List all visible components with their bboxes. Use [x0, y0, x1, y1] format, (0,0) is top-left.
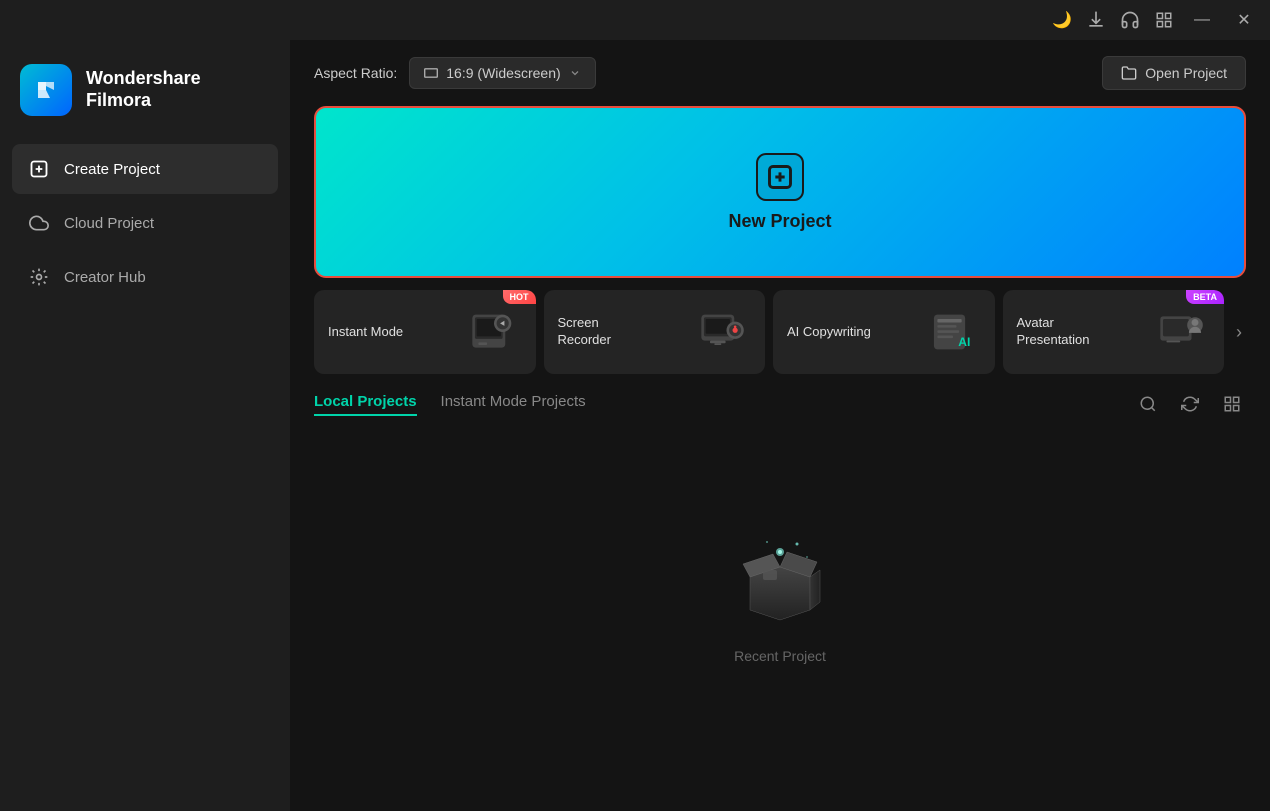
theme-icon[interactable]: 🌙	[1052, 10, 1072, 30]
empty-box-icon	[725, 522, 835, 632]
aspect-ratio-dropdown[interactable]: 16:9 (Widescreen)	[409, 57, 595, 89]
top-bar: Aspect Ratio: 16:9 (Widescreen) Open Pro…	[290, 40, 1270, 106]
avatar-presentation-icon	[1154, 304, 1210, 360]
title-bar-icons: 🌙 — ✕	[1052, 6, 1258, 34]
logo-area: Wondershare Filmora	[0, 40, 290, 144]
hot-badge: HOT	[503, 290, 536, 304]
title-bar: 🌙 — ✕	[0, 0, 1270, 40]
quick-actions: HOT Instant Mode Screen Recorder	[290, 278, 1270, 374]
nav-items: Create Project Cloud Project Creato	[0, 144, 290, 302]
create-project-icon	[28, 158, 50, 180]
empty-state: Recent Project	[314, 434, 1246, 811]
sidebar-item-label-create: Create Project	[64, 161, 160, 178]
logo-line2: Filmora	[86, 90, 201, 112]
download-icon[interactable]	[1086, 10, 1106, 30]
sidebar-item-label-cloud: Cloud Project	[64, 215, 154, 232]
avatar-presentation-label: Avatar Presentation	[1017, 315, 1107, 349]
empty-state-label: Recent Project	[734, 648, 826, 664]
quick-action-ai-copywriting[interactable]: AI Copywriting AI	[773, 290, 995, 374]
minimize-button[interactable]: —	[1188, 6, 1216, 34]
sidebar-item-cloud-project[interactable]: Cloud Project	[12, 198, 278, 248]
tabs-left: Local Projects Instant Mode Projects	[314, 393, 586, 416]
beta-badge: BETA	[1186, 290, 1224, 304]
tab-instant-mode-projects[interactable]: Instant Mode Projects	[441, 393, 586, 416]
tab-local-projects[interactable]: Local Projects	[314, 393, 417, 416]
ai-copywriting-icon: AI	[925, 304, 981, 360]
instant-mode-label: Instant Mode	[328, 324, 403, 341]
sidebar-item-label-hub: Creator Hub	[64, 269, 146, 286]
aspect-ratio-value: 16:9 (Widescreen)	[446, 65, 560, 81]
screen-recorder-icon	[695, 304, 751, 360]
new-project-label: New Project	[728, 211, 831, 232]
creator-hub-icon	[28, 266, 50, 288]
grid-view-icon[interactable]	[1218, 390, 1246, 418]
sidebar-item-create-project[interactable]: Create Project	[12, 144, 278, 194]
new-project-icon	[756, 153, 804, 201]
aspect-ratio-label: Aspect Ratio:	[314, 65, 397, 81]
quick-action-screen-recorder[interactable]: Screen Recorder	[544, 290, 766, 374]
logo-text: Wondershare Filmora	[86, 68, 201, 111]
main-content: Aspect Ratio: 16:9 (Widescreen) Open Pro…	[290, 40, 1270, 811]
quick-action-instant-mode[interactable]: HOT Instant Mode	[314, 290, 536, 374]
refresh-projects-icon[interactable]	[1176, 390, 1204, 418]
headset-icon[interactable]	[1120, 10, 1140, 30]
new-project-inner: New Project	[728, 153, 831, 232]
app-logo	[20, 64, 72, 116]
close-button[interactable]: ✕	[1230, 6, 1258, 34]
aspect-ratio-area: Aspect Ratio: 16:9 (Widescreen)	[314, 57, 596, 89]
svg-text:AI: AI	[958, 335, 970, 349]
open-project-button[interactable]: Open Project	[1102, 56, 1246, 90]
logo-line1: Wondershare	[86, 68, 201, 90]
sidebar-item-creator-hub[interactable]: Creator Hub	[12, 252, 278, 302]
quick-action-avatar-presentation[interactable]: BETA Avatar Presentation	[1003, 290, 1225, 374]
tabs-right	[1134, 390, 1246, 418]
open-project-label: Open Project	[1145, 65, 1227, 81]
quick-actions-next[interactable]: ›	[1232, 290, 1246, 374]
projects-section: Local Projects Instant Mode Projects	[290, 374, 1270, 811]
cloud-project-icon	[28, 212, 50, 234]
ai-copywriting-label: AI Copywriting	[787, 324, 871, 341]
search-projects-icon[interactable]	[1134, 390, 1162, 418]
grid-layout-icon[interactable]	[1154, 10, 1174, 30]
sidebar: Wondershare Filmora Create Project	[0, 40, 290, 811]
instant-mode-icon	[466, 304, 522, 360]
screen-recorder-label: Screen Recorder	[558, 315, 648, 349]
new-project-banner[interactable]: New Project	[314, 106, 1246, 278]
projects-tabs-row: Local Projects Instant Mode Projects	[314, 390, 1246, 418]
main-layout: Wondershare Filmora Create Project	[0, 40, 1270, 811]
